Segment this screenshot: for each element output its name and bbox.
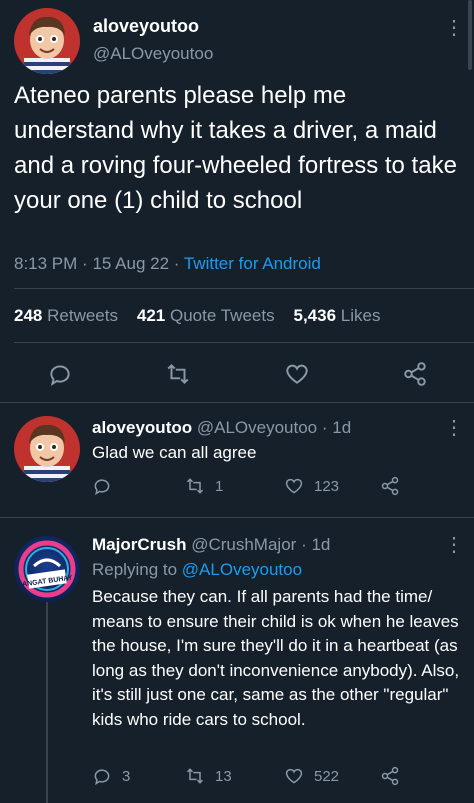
- reply-age[interactable]: · 1d: [301, 535, 330, 554]
- reply-text: Because they can. If all parents had the…: [92, 587, 460, 729]
- like-icon: [285, 768, 303, 784]
- share-action[interactable]: [380, 476, 400, 496]
- tweet-text: Ateneo parents please help me understand…: [14, 82, 457, 214]
- tweet-stats: 248 Retweets 421 Quote Tweets 5,436 Like…: [14, 306, 380, 326]
- reply-text: Glad we can all agree: [92, 443, 257, 462]
- avatar[interactable]: [14, 8, 80, 74]
- retweet-icon: [186, 478, 204, 494]
- tweet-time[interactable]: 8:13 PM: [14, 254, 77, 273]
- like-icon[interactable]: [284, 361, 310, 387]
- retweet-action[interactable]: 1: [185, 476, 223, 496]
- reply-count: 3: [122, 767, 131, 785]
- share-icon: [381, 766, 399, 786]
- handle[interactable]: @CrushMajor: [191, 535, 296, 554]
- retweet-action[interactable]: 13: [185, 766, 232, 786]
- reply-action[interactable]: [92, 476, 122, 496]
- avatar[interactable]: [14, 416, 80, 482]
- divider: [0, 517, 474, 518]
- thread-line: [46, 590, 48, 803]
- divider: [0, 402, 474, 403]
- retweets-stat[interactable]: 248 Retweets: [14, 306, 118, 325]
- handle[interactable]: @ALOveyoutoo: [93, 44, 213, 64]
- reply-header: aloveyoutoo @ALOveyoutoo · 1d: [92, 418, 351, 438]
- reply-icon: [94, 769, 110, 786]
- replying-to: Replying to @ALOveyoutoo: [92, 560, 302, 580]
- divider: [14, 288, 474, 289]
- tweet-date[interactable]: 15 Aug 22: [92, 254, 169, 273]
- display-name[interactable]: aloveyoutoo: [93, 16, 199, 37]
- avatar[interactable]: ANGAT BUHAY: [14, 536, 80, 602]
- retweet-icon: [186, 768, 204, 784]
- more-icon[interactable]: ⋮: [444, 535, 464, 555]
- replying-to-handle[interactable]: @ALOveyoutoo: [182, 560, 302, 579]
- display-name[interactable]: aloveyoutoo: [92, 418, 192, 437]
- like-count: 522: [314, 767, 340, 785]
- reply-header: MajorCrush @CrushMajor · 1d: [92, 535, 330, 555]
- retweet-count: 13: [215, 767, 232, 785]
- share-icon: [381, 476, 399, 496]
- replying-to-label: Replying to: [92, 560, 178, 579]
- retweet-icon[interactable]: [165, 361, 191, 387]
- like-action[interactable]: 123: [284, 476, 339, 496]
- handle[interactable]: @ALOveyoutoo: [197, 418, 317, 437]
- display-name[interactable]: MajorCrush: [92, 535, 186, 554]
- like-count: 123: [314, 477, 340, 495]
- reply-icon: [94, 479, 110, 496]
- quotes-stat[interactable]: 421 Quote Tweets: [137, 306, 275, 325]
- scrollbar[interactable]: [468, 0, 472, 70]
- meta-separator: ·: [82, 254, 88, 273]
- divider: [14, 342, 474, 343]
- more-icon[interactable]: ⋮: [444, 418, 464, 438]
- tweet-meta: 8:13 PM · 15 Aug 22 · Twitter for Androi…: [14, 254, 321, 274]
- likes-stat[interactable]: 5,436 Likes: [294, 306, 381, 325]
- reply-age[interactable]: · 1d: [322, 418, 351, 437]
- reply-icon[interactable]: [47, 361, 73, 387]
- like-action[interactable]: 522: [284, 766, 339, 786]
- like-icon: [285, 478, 303, 494]
- share-icon[interactable]: [402, 361, 428, 387]
- meta-separator: ·: [173, 254, 180, 273]
- more-icon[interactable]: ⋮: [444, 18, 464, 38]
- share-action[interactable]: [380, 766, 400, 786]
- tweet-source[interactable]: Twitter for Android: [184, 254, 321, 273]
- retweet-count: 1: [215, 477, 224, 495]
- reply-action[interactable]: 3: [92, 766, 130, 786]
